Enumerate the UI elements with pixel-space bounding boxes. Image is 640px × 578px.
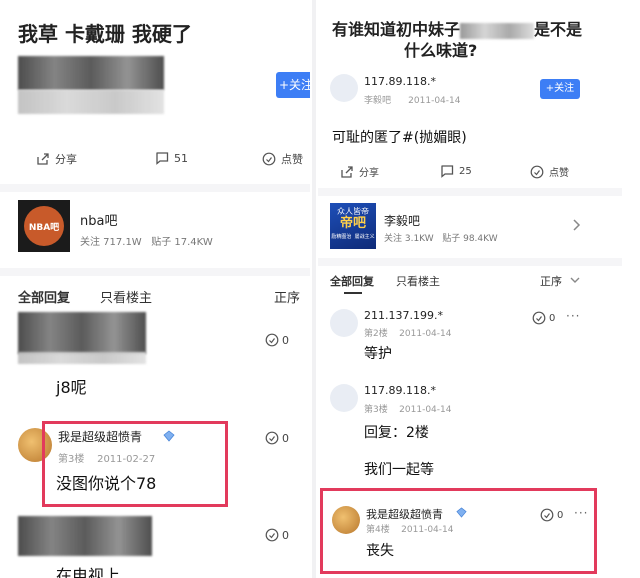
censored-user-block	[18, 352, 146, 364]
thumbs-up-icon	[265, 431, 279, 445]
like-label: 点赞	[549, 168, 569, 179]
reply-text: 在电视上	[56, 566, 121, 578]
reply-like[interactable]: 0	[532, 311, 555, 325]
thumbs-up-icon	[265, 333, 279, 347]
right-screenshot-panel: 有谁知道初中妹子 是不是 什么味道? 117.89.118.* 李毅吧 2011-…	[318, 0, 622, 578]
tab-op-only[interactable]: 只看楼主	[100, 287, 152, 306]
op-ip[interactable]: 117.89.118.*	[364, 75, 436, 88]
follow-button[interactable]: +关注	[540, 79, 580, 99]
forum-stats: 关注 3.1KW 贴子 98.4KW	[384, 234, 498, 244]
post-title-line2: 什么味道?	[404, 41, 478, 60]
forum-logo-text: NBA吧	[28, 223, 60, 233]
share-label: 分享	[55, 153, 77, 166]
censored-image-block	[18, 90, 164, 114]
op-meta: 李毅吧 2011-04-14	[364, 96, 461, 106]
share-action[interactable]: 分享	[340, 164, 379, 179]
active-tab-indicator	[344, 292, 362, 294]
thumbs-up-icon	[265, 528, 279, 542]
avatar[interactable]	[330, 384, 358, 412]
reply-like[interactable]: 0	[265, 431, 289, 445]
comment-action[interactable]: 25	[440, 164, 472, 178]
thumbs-up-icon	[262, 152, 276, 166]
tab-all-replies[interactable]: 全部回复	[330, 273, 374, 289]
follow-button[interactable]: +关注	[276, 72, 310, 98]
reply-like[interactable]: 0	[265, 333, 289, 347]
panel-divider	[312, 0, 316, 578]
forum-logo-line2: 帝吧	[339, 216, 366, 231]
post-title-part2: 是不是	[534, 20, 583, 39]
share-action[interactable]: 分享	[36, 151, 77, 167]
reply-like[interactable]: 0	[265, 528, 289, 542]
share-label: 分享	[359, 168, 379, 179]
like-label: 点赞	[281, 153, 303, 166]
section-separator	[318, 188, 622, 196]
comment-count: 25	[459, 165, 472, 177]
thumbs-up-icon	[532, 311, 546, 325]
reply-ip[interactable]: 117.89.118.*	[364, 384, 436, 397]
highlight-box	[42, 421, 228, 507]
avatar[interactable]	[330, 74, 358, 102]
post-title: 我草 卡戴珊 我硬了	[18, 22, 192, 46]
section-separator	[318, 258, 622, 266]
thumbs-up-icon	[530, 165, 544, 178]
reply-ip[interactable]: 211.137.199.*	[364, 309, 443, 322]
reply-like-count: 0	[282, 333, 289, 347]
reply-like-count: 0	[282, 528, 289, 542]
censored-user-block	[18, 516, 152, 556]
tab-op-only[interactable]: 只看楼主	[396, 273, 440, 289]
share-icon	[341, 165, 353, 178]
comment-icon	[156, 152, 169, 165]
reply-meta: 第3楼 2011-04-14	[364, 405, 452, 415]
forum-logo[interactable]: NBA吧	[18, 200, 70, 252]
forum-logo-line3: 励精图治 屡战主义	[331, 234, 375, 240]
censored-image-block	[18, 56, 164, 90]
reply-text: j8呢	[56, 378, 87, 397]
like-action[interactable]: 点赞	[262, 151, 303, 167]
reply-like-count: 0	[282, 431, 289, 445]
more-options-icon[interactable]: ···	[566, 309, 580, 323]
reply-text: 我们一起等	[364, 462, 434, 478]
reply-meta: 第2楼 2011-04-14	[364, 329, 452, 339]
comment-action[interactable]: 51	[155, 151, 188, 165]
section-separator	[0, 268, 310, 276]
sort-order[interactable]: 正序	[274, 287, 300, 306]
sort-order[interactable]: 正序	[540, 273, 562, 289]
tab-all-replies[interactable]: 全部回复	[18, 287, 70, 306]
forum-stats: 关注 717.1W 贴子 17.4KW	[80, 237, 213, 248]
reply-like-count: 0	[549, 312, 556, 324]
left-screenshot-panel: 我草 卡戴珊 我硬了 +关注 分享 51 点赞 NBA吧 nba吧 关注 717…	[0, 0, 310, 578]
avatar[interactable]	[330, 309, 358, 337]
highlight-box	[320, 488, 597, 574]
section-separator	[0, 184, 310, 192]
forum-name[interactable]: 李毅吧	[384, 212, 420, 229]
chevron-down-icon[interactable]	[570, 276, 580, 284]
comment-icon	[441, 165, 454, 178]
forum-name[interactable]: nba吧	[80, 210, 117, 229]
reply-text: 等护	[364, 346, 392, 362]
forum-logo[interactable]: 众人皆帝 帝吧 励精图治 屡战主义	[330, 203, 376, 249]
chevron-right-icon[interactable]	[572, 219, 582, 231]
censored-user-block	[18, 312, 146, 354]
share-icon	[37, 153, 49, 165]
like-action[interactable]: 点赞	[530, 164, 569, 179]
comment-count: 51	[174, 151, 188, 165]
reply-text: 回复：2楼	[364, 425, 429, 441]
post-text: 可耻的匿了#(抛媚眼)	[332, 130, 467, 146]
